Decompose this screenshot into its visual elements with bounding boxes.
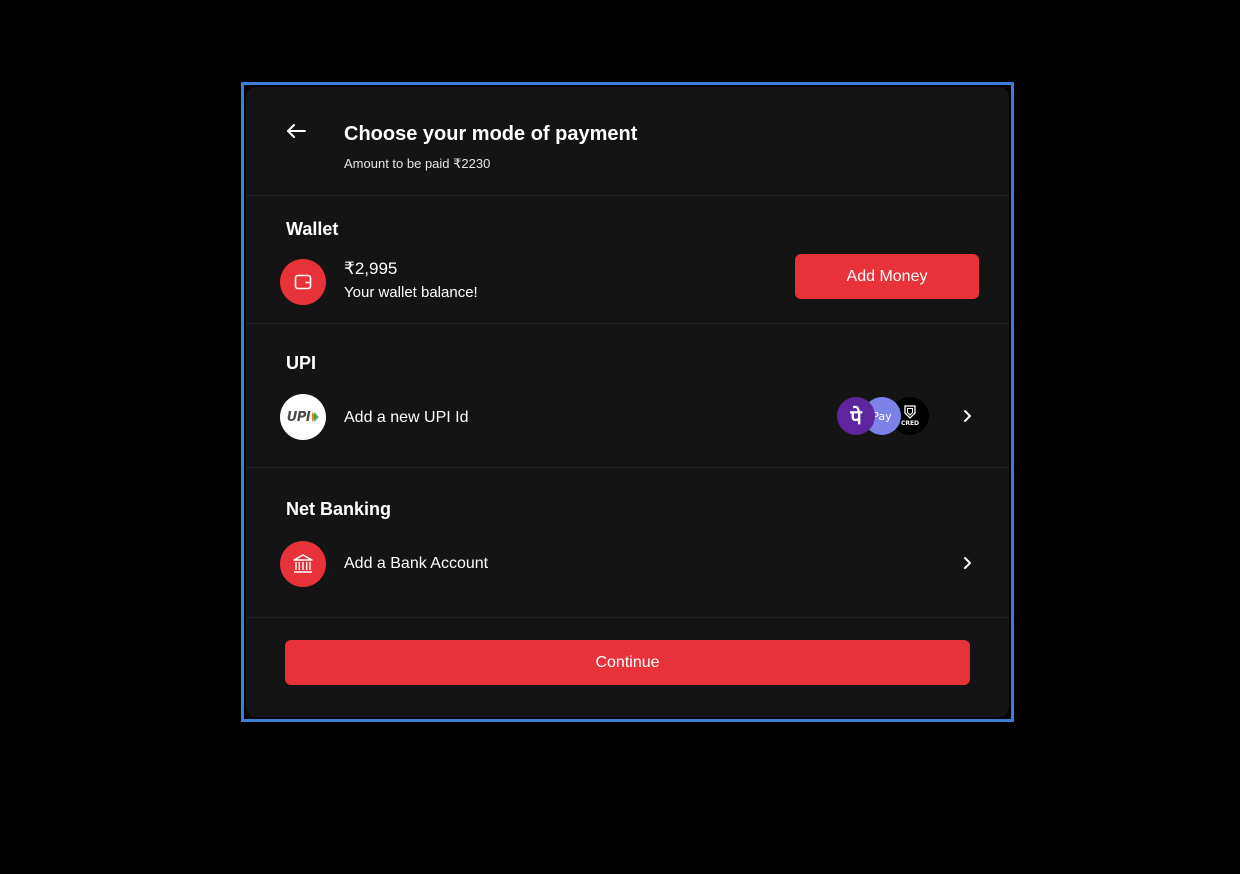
net-banking-title: Net Banking [286, 499, 392, 519]
upi-logo-text: UPI [286, 409, 311, 425]
wallet-balance: ₹2,995 [344, 259, 398, 278]
net-banking-section: Net Banking Add a Bank Account [246, 467, 1009, 618]
upi-apps: पे Pay CRED [837, 397, 929, 435]
continue-button[interactable]: Continue [285, 640, 970, 685]
wallet-balance-caption: Your wallet balance! [344, 284, 478, 301]
bank-chevron-right-icon[interactable] [959, 555, 975, 571]
amount-to-pay: Amount to be paid ₹2230 [344, 156, 491, 171]
modal-header: Choose your mode of payment Amount to be… [246, 87, 1009, 196]
back-arrow-icon[interactable] [284, 119, 308, 143]
upi-chevron-mark-icon [312, 412, 320, 422]
wallet-title: Wallet [286, 219, 339, 239]
wallet-icon [280, 259, 326, 305]
add-money-button[interactable]: Add Money [795, 254, 979, 299]
bank-icon [280, 541, 326, 587]
add-upi-id-label[interactable]: Add a new UPI Id [344, 409, 469, 427]
phonepe-icon: पे [837, 397, 875, 435]
cred-label: CRED [900, 420, 920, 427]
payment-modal: Choose your mode of payment Amount to be… [246, 87, 1009, 717]
wallet-section: Wallet ₹2,995 Your wallet balance! Add M… [246, 195, 1009, 324]
payment-dialog-frame: Choose your mode of payment Amount to be… [241, 82, 1014, 722]
upi-section: UPI UPI Add a new UPI Id पे Pay CRED [246, 323, 1009, 468]
page-title: Choose your mode of payment [344, 123, 638, 145]
upi-title: UPI [286, 353, 317, 373]
cred-shield-icon [904, 405, 916, 419]
upi-chevron-right-icon[interactable] [959, 408, 975, 424]
add-bank-account-label[interactable]: Add a Bank Account [344, 555, 488, 573]
upi-logo-icon: UPI [280, 394, 326, 440]
